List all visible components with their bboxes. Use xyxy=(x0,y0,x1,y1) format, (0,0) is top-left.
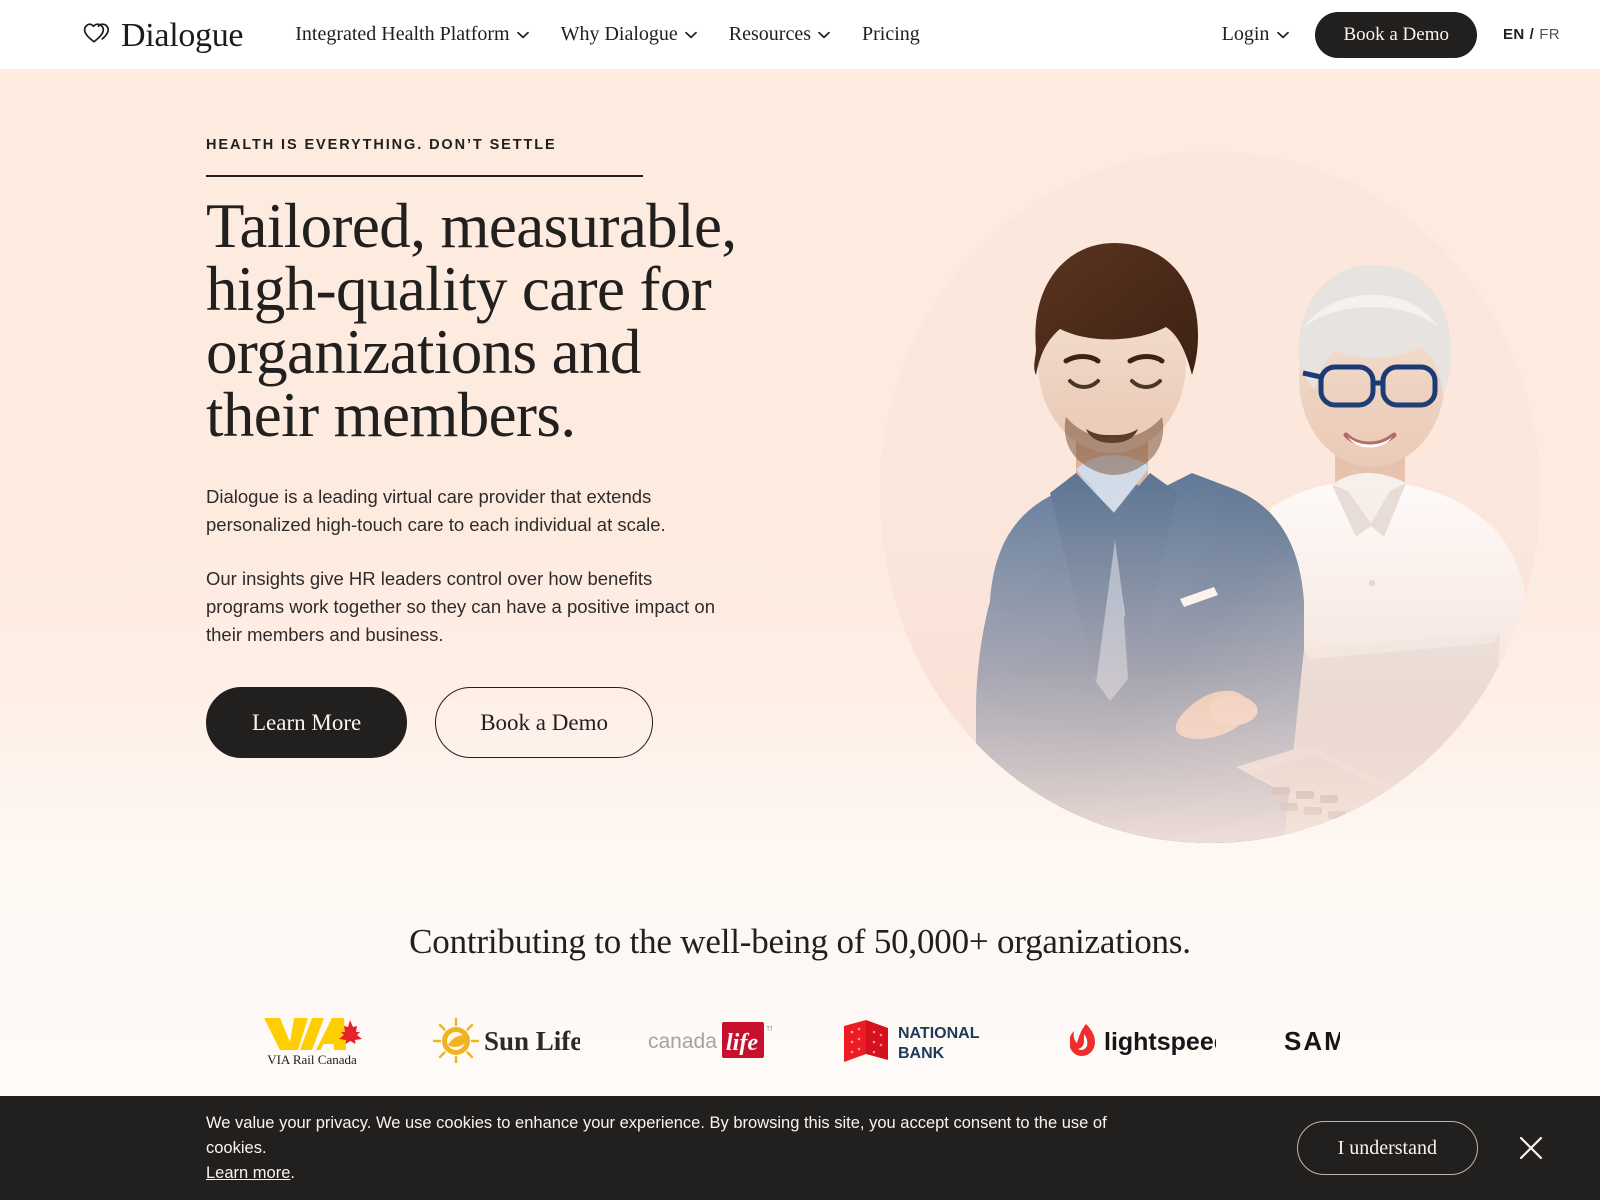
book-a-demo-nav-button[interactable]: Book a Demo xyxy=(1315,11,1477,58)
hero-title-line: Tailored, measurable, xyxy=(206,191,737,261)
login-menu[interactable]: Login xyxy=(1222,23,1290,46)
nav-item-label: Pricing xyxy=(862,23,920,45)
nav-item-label: Integrated Health Platform xyxy=(295,23,510,45)
svg-text:NATIONAL: NATIONAL xyxy=(898,1025,980,1042)
hero-title-line: their members. xyxy=(206,380,576,450)
hero-title-line: high-quality care for xyxy=(206,254,712,324)
chevron-down-icon xyxy=(684,31,697,39)
close-icon[interactable] xyxy=(1516,1133,1558,1163)
cookie-learn-more-link[interactable]: Learn more xyxy=(206,1164,290,1182)
svg-text:lightspeed: lightspeed xyxy=(1104,1028,1216,1056)
cookie-message: We value your privacy. We use cookies to… xyxy=(206,1113,1107,1157)
hero-title-line: organizations and xyxy=(206,317,641,387)
svg-text:TM: TM xyxy=(766,1026,772,1033)
nav-item-pricing[interactable]: Pricing xyxy=(846,23,936,46)
svg-text:VIA Rail Canada: VIA Rail Canada xyxy=(267,1052,357,1067)
nav-right-group: Login Book a Demo EN / FR xyxy=(1222,11,1560,58)
nav-links: Integrated Health Platform Why Dialogue … xyxy=(279,23,936,46)
language-fr[interactable]: FR xyxy=(1539,26,1560,43)
hero-photo xyxy=(880,151,1540,843)
page-root: Dialogue Integrated Health Platform Why … xyxy=(0,0,1600,1200)
nav-item-integrated-health-platform[interactable]: Integrated Health Platform xyxy=(279,23,544,46)
nav-item-label: Why Dialogue xyxy=(560,23,678,45)
svg-text:BANK: BANK xyxy=(898,1045,945,1062)
i-understand-button[interactable]: I understand xyxy=(1296,1121,1478,1175)
samsung-logo: SAM xyxy=(1284,1009,1340,1071)
chevron-down-icon xyxy=(516,31,529,39)
hero-cta-group: Learn More Book a Demo xyxy=(206,687,766,758)
hero-copy: HEALTH IS EVERYTHING. DON’T SETTLE Tailo… xyxy=(206,137,766,758)
svg-text:canada: canada xyxy=(648,1030,717,1053)
cookie-consent-banner: We value your privacy. We use cookies to… xyxy=(0,1096,1600,1200)
cookie-link-suffix: . xyxy=(290,1163,295,1182)
main-navigation: Dialogue Integrated Health Platform Why … xyxy=(0,0,1600,69)
brand-name: Dialogue xyxy=(121,16,244,54)
hero-eyebrow: HEALTH IS EVERYTHING. DON’T SETTLE xyxy=(206,137,557,153)
language-en[interactable]: EN xyxy=(1503,26,1525,43)
svg-text:Sun Life: Sun Life xyxy=(484,1026,580,1056)
nav-item-label: Resources xyxy=(728,23,811,45)
nav-item-resources[interactable]: Resources xyxy=(713,23,846,46)
svg-text:life: life xyxy=(726,1030,758,1056)
page-title: Tailored, measurable, high-quality care … xyxy=(206,195,766,447)
language-switcher: EN / FR xyxy=(1503,26,1560,43)
cookie-actions: I understand xyxy=(1296,1121,1558,1175)
sun-life-logo: Sun Life xyxy=(432,1009,580,1071)
book-a-demo-hero-button[interactable]: Book a Demo xyxy=(435,687,653,758)
learn-more-button[interactable]: Learn More xyxy=(206,687,408,758)
via-rail-canada-logo: VIA Rail Canada xyxy=(260,1009,364,1071)
chevron-down-icon xyxy=(818,31,830,39)
language-separator: / xyxy=(1529,26,1535,43)
lightspeed-logo: lightspeed xyxy=(1070,1009,1216,1071)
hero-divider xyxy=(206,175,643,177)
client-logo-row: VIA Rail Canada Sun Life canada life T N… xyxy=(0,1009,1600,1071)
hero-paragraph-2: Our insights give HR leaders control ove… xyxy=(206,568,716,645)
brand-logo[interactable]: Dialogue xyxy=(82,16,244,54)
clients-title: Contributing to the well-being of 50,000… xyxy=(409,922,1191,961)
national-bank-logo: NATIONAL BANK xyxy=(840,1009,1002,1071)
hero-section: HEALTH IS EVERYTHING. DON’T SETTLE Tailo… xyxy=(0,69,1600,844)
login-label: Login xyxy=(1221,23,1270,45)
cookie-text: We value your privacy. We use cookies to… xyxy=(206,1111,1146,1186)
nav-item-why-dialogue[interactable]: Why Dialogue xyxy=(545,23,713,46)
hero-paragraph-1: Dialogue is a leading virtual care provi… xyxy=(206,486,666,535)
heart-pin-icon xyxy=(82,22,112,48)
svg-text:SAM: SAM xyxy=(1284,1026,1340,1056)
chevron-down-icon xyxy=(1277,31,1290,39)
canada-life-logo: canada life TM xyxy=(648,1009,772,1071)
